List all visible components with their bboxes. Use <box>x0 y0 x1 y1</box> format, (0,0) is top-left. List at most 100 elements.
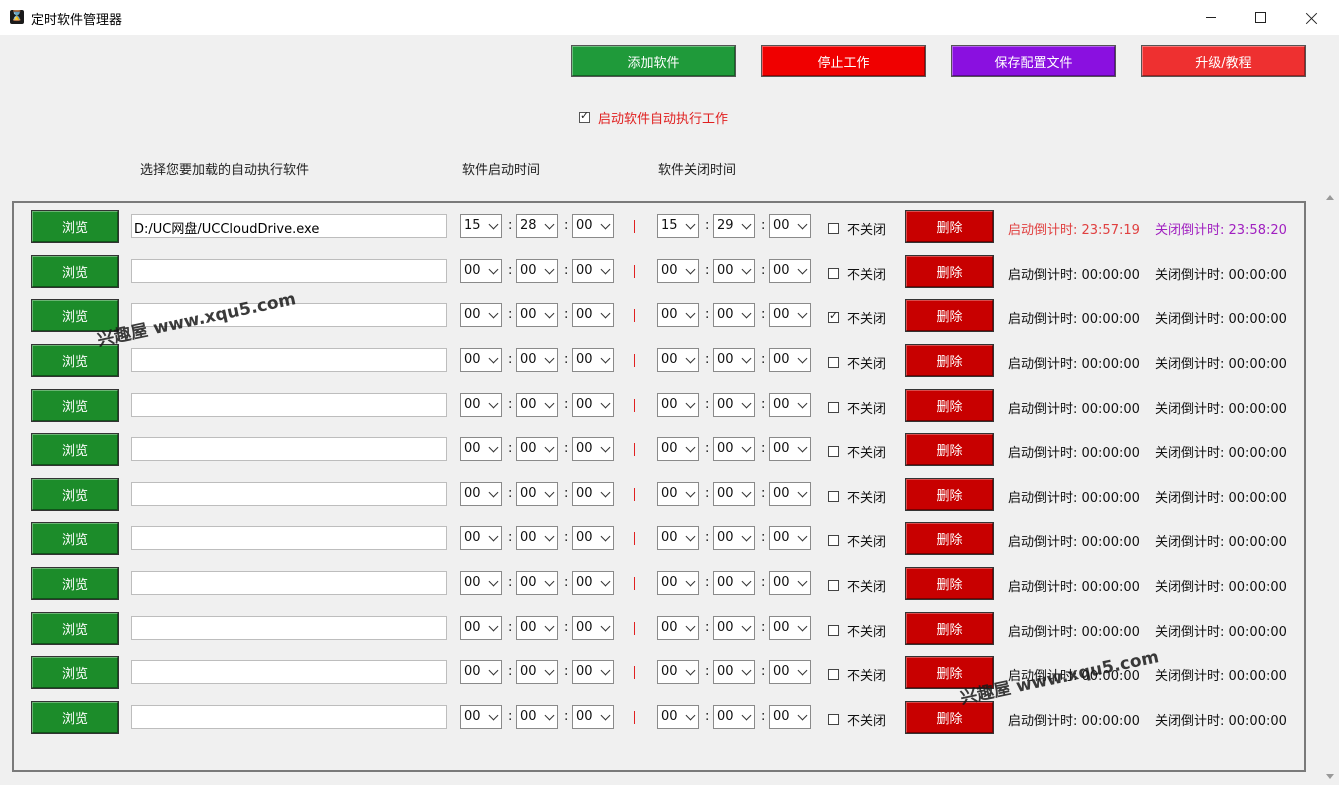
no-close-check-box[interactable] <box>828 309 839 323</box>
close-hour-select[interactable]: 00 <box>657 482 699 506</box>
close-minute-select[interactable]: 00 <box>713 303 755 327</box>
browse-button[interactable]: 浏览 <box>31 478 119 511</box>
upgrade-tutorial-button[interactable]: 升级/教程 <box>1141 45 1306 77</box>
close-second-select[interactable]: 00 <box>769 526 811 550</box>
no-close-check-box[interactable] <box>828 446 839 457</box>
start-minute-select[interactable]: 00 <box>516 303 558 327</box>
browse-button[interactable]: 浏览 <box>31 656 119 689</box>
start-minute-select[interactable]: 00 <box>516 393 558 417</box>
save-config-button[interactable]: 保存配置文件 <box>951 45 1116 77</box>
no-close-check-box[interactable] <box>828 535 839 546</box>
close-hour-select[interactable]: 15 <box>657 214 699 238</box>
software-path-input[interactable] <box>131 616 447 640</box>
browse-button[interactable]: 浏览 <box>31 433 119 466</box>
start-second-select[interactable]: 00 <box>572 303 614 327</box>
start-second-select[interactable]: 00 <box>572 259 614 283</box>
browse-button[interactable]: 浏览 <box>31 522 119 555</box>
no-close-checkbox[interactable]: 不关闭 <box>828 576 886 595</box>
start-second-select[interactable]: 00 <box>572 214 614 238</box>
no-close-checkbox[interactable]: 不关闭 <box>828 353 886 372</box>
start-second-select[interactable]: 00 <box>572 348 614 372</box>
no-close-check-box[interactable] <box>828 625 839 636</box>
no-close-check-box[interactable] <box>828 268 839 279</box>
start-hour-select[interactable]: 00 <box>460 393 502 417</box>
start-minute-select[interactable]: 00 <box>516 348 558 372</box>
no-close-checkbox[interactable]: 不关闭 <box>828 219 886 238</box>
no-close-check-box[interactable] <box>828 491 839 502</box>
start-hour-select[interactable]: 00 <box>460 526 502 550</box>
start-minute-select[interactable]: 00 <box>516 526 558 550</box>
start-minute-select[interactable]: 00 <box>516 437 558 461</box>
vertical-scrollbar[interactable] <box>1322 192 1339 785</box>
delete-button[interactable]: 删除 <box>905 478 994 511</box>
no-close-check-box[interactable] <box>828 357 839 368</box>
close-hour-select[interactable]: 00 <box>657 348 699 372</box>
start-minute-select[interactable]: 00 <box>516 705 558 729</box>
start-minute-select[interactable]: 00 <box>516 660 558 684</box>
no-close-checkbox[interactable]: 不关闭 <box>828 665 886 684</box>
close-hour-select[interactable]: 00 <box>657 393 699 417</box>
start-second-select[interactable]: 00 <box>572 660 614 684</box>
close-second-select[interactable]: 00 <box>769 259 811 283</box>
browse-button[interactable]: 浏览 <box>31 299 119 332</box>
close-minute-select[interactable]: 00 <box>713 660 755 684</box>
close-hour-select[interactable]: 00 <box>657 660 699 684</box>
browse-button[interactable]: 浏览 <box>31 389 119 422</box>
start-hour-select[interactable]: 00 <box>460 660 502 684</box>
close-minute-select[interactable]: 00 <box>713 705 755 729</box>
no-close-check-box[interactable] <box>828 223 839 234</box>
software-path-input[interactable] <box>131 348 447 372</box>
no-close-checkbox[interactable]: 不关闭 <box>828 398 886 417</box>
software-path-input[interactable] <box>131 437 447 461</box>
browse-button[interactable]: 浏览 <box>31 612 119 645</box>
stop-work-button[interactable]: 停止工作 <box>761 45 926 77</box>
delete-button[interactable]: 删除 <box>905 656 994 689</box>
close-hour-select[interactable]: 00 <box>657 705 699 729</box>
start-second-select[interactable]: 00 <box>572 482 614 506</box>
delete-button[interactable]: 删除 <box>905 389 994 422</box>
add-software-button[interactable]: 添加软件 <box>571 45 736 77</box>
start-hour-select[interactable]: 00 <box>460 482 502 506</box>
delete-button[interactable]: 删除 <box>905 210 994 243</box>
software-path-input[interactable] <box>131 482 447 506</box>
start-hour-select[interactable]: 00 <box>460 303 502 327</box>
no-close-checkbox[interactable]: 不关闭 <box>828 621 886 640</box>
start-hour-select[interactable]: 15 <box>460 214 502 238</box>
delete-button[interactable]: 删除 <box>905 522 994 555</box>
minimize-button[interactable] <box>1188 0 1234 35</box>
software-path-input[interactable] <box>131 705 447 729</box>
no-close-check-box[interactable] <box>828 580 839 591</box>
close-second-select[interactable]: 00 <box>769 616 811 640</box>
start-second-select[interactable]: 00 <box>572 705 614 729</box>
no-close-check-box[interactable] <box>828 669 839 680</box>
no-close-checkbox[interactable]: 不关闭 <box>828 442 886 461</box>
software-path-input[interactable] <box>131 303 447 327</box>
autostart-check-box[interactable] <box>579 109 590 123</box>
maximize-button[interactable] <box>1237 0 1283 35</box>
start-minute-select[interactable]: 00 <box>516 482 558 506</box>
start-second-select[interactable]: 00 <box>572 526 614 550</box>
software-path-input[interactable] <box>131 393 447 417</box>
close-minute-select[interactable]: 00 <box>713 348 755 372</box>
start-minute-select[interactable]: 00 <box>516 571 558 595</box>
start-hour-select[interactable]: 00 <box>460 348 502 372</box>
close-second-select[interactable]: 00 <box>769 437 811 461</box>
browse-button[interactable]: 浏览 <box>31 210 119 243</box>
start-second-select[interactable]: 00 <box>572 393 614 417</box>
delete-button[interactable]: 删除 <box>905 612 994 645</box>
start-second-select[interactable]: 00 <box>572 571 614 595</box>
close-hour-select[interactable]: 00 <box>657 571 699 595</box>
close-second-select[interactable]: 00 <box>769 303 811 327</box>
start-hour-select[interactable]: 00 <box>460 616 502 640</box>
close-hour-select[interactable]: 00 <box>657 437 699 461</box>
close-hour-select[interactable]: 00 <box>657 526 699 550</box>
start-minute-select[interactable]: 00 <box>516 616 558 640</box>
delete-button[interactable]: 删除 <box>905 567 994 600</box>
start-hour-select[interactable]: 00 <box>460 259 502 283</box>
close-minute-select[interactable]: 00 <box>713 526 755 550</box>
close-minute-select[interactable]: 00 <box>713 437 755 461</box>
autostart-checkbox[interactable]: 启动软件自动执行工作 <box>579 108 728 127</box>
delete-button[interactable]: 删除 <box>905 255 994 288</box>
close-hour-select[interactable]: 00 <box>657 259 699 283</box>
software-path-input[interactable] <box>131 660 447 684</box>
